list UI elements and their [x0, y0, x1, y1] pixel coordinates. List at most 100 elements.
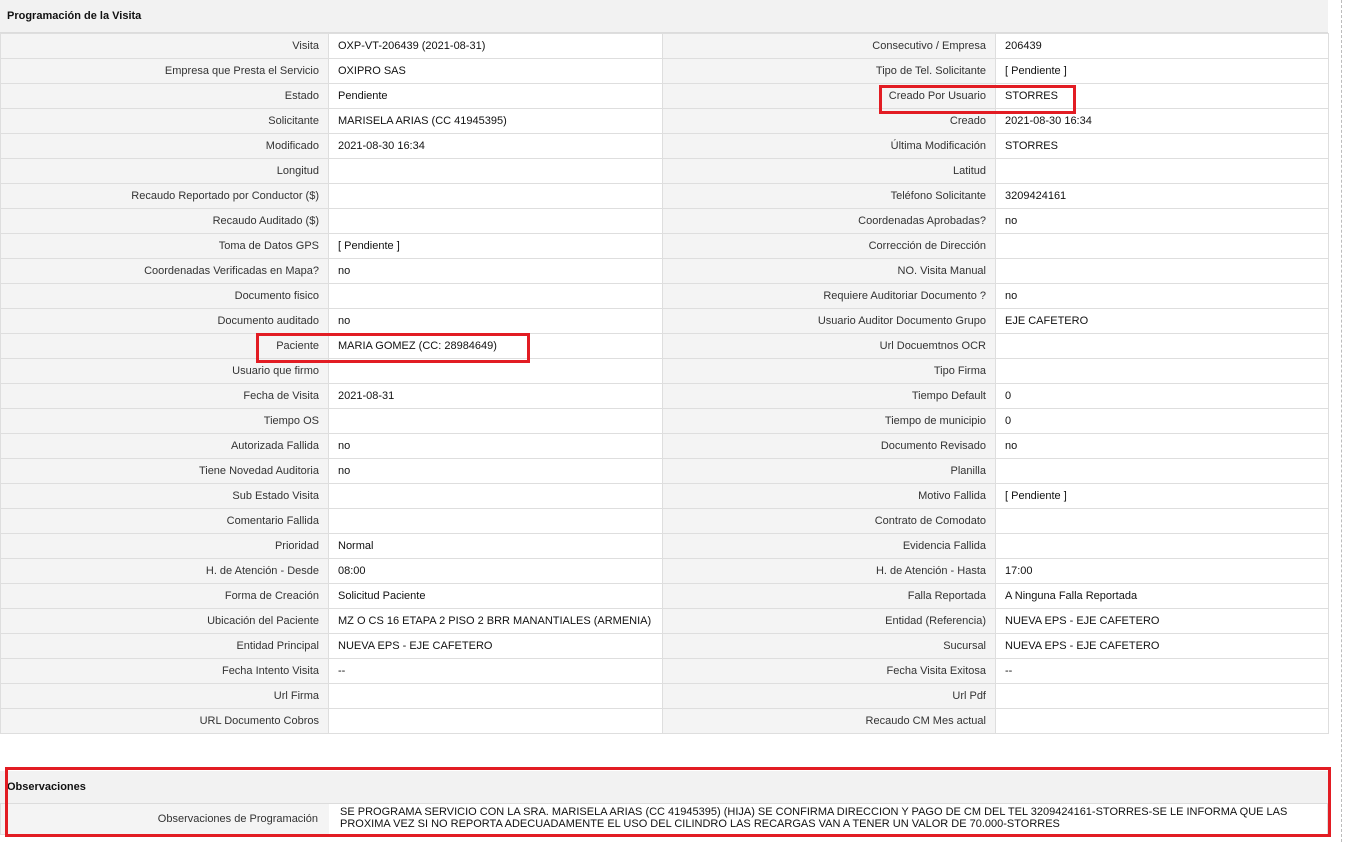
table-row: URL Documento Cobros Recaudo CM Mes actua… — [0, 708, 1329, 734]
field-label: Coordenadas Aprobadas? — [662, 208, 996, 234]
field-label: Documento fisico — [0, 283, 329, 309]
table-row: Autorizada Fallida no Documento Revisado … — [0, 433, 1329, 459]
field-value — [328, 708, 663, 734]
field-value: no — [328, 258, 663, 284]
field-value: STORRES — [995, 133, 1329, 159]
field-label: URL Documento Cobros — [0, 708, 329, 734]
table-row: Solicitante MARISELA ARIAS (CC 41945395) C… — [0, 108, 1329, 134]
field-value: STORRES — [995, 83, 1329, 109]
field-value: OXIPRO SAS — [328, 58, 663, 84]
field-label: Entidad Principal — [0, 633, 329, 659]
field-value — [995, 458, 1329, 484]
field-value — [328, 358, 663, 384]
field-label: Tiene Novedad Auditoria — [0, 458, 329, 484]
field-value: MARISELA ARIAS (CC 41945395) — [328, 108, 663, 134]
field-value: 2021-08-31 — [328, 383, 663, 409]
field-value — [995, 533, 1329, 559]
table-row: Forma de Creación Solicitud Paciente Falla… — [0, 583, 1329, 609]
field-value: EJE CAFETERO — [995, 308, 1329, 334]
field-value: no — [995, 208, 1329, 234]
field-label: H. de Atención - Desde — [0, 558, 329, 584]
table-row: Empresa que Presta el Servicio OXIPRO SAS… — [0, 58, 1329, 84]
table-row: Sub Estado Visita Motivo Fallida[ Pendien… — [0, 483, 1329, 509]
observations-label: Observaciones de Programación — [1, 804, 329, 834]
field-value — [328, 283, 663, 309]
table-row: Url Firma Url Pdf — [0, 683, 1329, 709]
table-row: Ubicación del Paciente MZ O CS 16 ETAPA 2… — [0, 608, 1329, 634]
field-label: Tiempo OS — [0, 408, 329, 434]
field-label: Forma de Creación — [0, 583, 329, 609]
section-title: Programación de la Visita — [0, 0, 1328, 33]
table-row: Recaudo Auditado ($) Coordenadas Aprobada… — [0, 208, 1329, 234]
field-value: no — [995, 433, 1329, 459]
field-value: OXP-VT-206439 (2021-08-31) — [328, 33, 663, 59]
field-value: 3209424161 — [995, 183, 1329, 209]
field-label: Documento auditado — [0, 308, 329, 334]
field-label: Documento Revisado — [662, 433, 996, 459]
field-label: Tipo Firma — [662, 358, 996, 384]
field-value: 206439 — [995, 33, 1329, 59]
field-value: 0 — [995, 383, 1329, 409]
field-value — [995, 708, 1329, 734]
field-label: Usuario Auditor Documento Grupo — [662, 308, 996, 334]
field-label: Paciente — [0, 333, 329, 359]
visit-details-table: Visita OXP-VT-206439 (2021-08-31) Consecut… — [0, 33, 1329, 734]
table-row: Longitud Latitud — [0, 158, 1329, 184]
field-value: A Ninguna Falla Reportada — [995, 583, 1329, 609]
field-value: [ Pendiente ] — [995, 58, 1329, 84]
field-label: Toma de Datos GPS — [0, 233, 329, 259]
field-label: Autorizada Fallida — [0, 433, 329, 459]
table-row: Documento auditado no Usuario Auditor Doc… — [0, 308, 1329, 334]
observations-panel: Observaciones Observaciones de Programac… — [0, 771, 1328, 835]
table-row: Toma de Datos GPS[ Pendiente ] Corrección… — [0, 233, 1329, 259]
page-divider — [1341, 0, 1342, 842]
field-value — [328, 508, 663, 534]
field-value — [995, 158, 1329, 184]
field-value — [328, 408, 663, 434]
table-row: Prioridad Normal Evidencia Fallida — [0, 533, 1329, 559]
observations-row: Observaciones de Programación SE PROGRAM… — [0, 804, 1328, 835]
field-value — [328, 158, 663, 184]
field-label: Recaudo Reportado por Conductor ($) — [0, 183, 329, 209]
table-row: Entidad Principal NUEVA EPS - EJE CAFETER… — [0, 633, 1329, 659]
field-value: Solicitud Paciente — [328, 583, 663, 609]
field-label: Comentario Fallida — [0, 508, 329, 534]
field-value: 0 — [995, 408, 1329, 434]
field-label: Tipo de Tel. Solicitante — [662, 58, 996, 84]
field-label: Coordenadas Verificadas en Mapa? — [0, 258, 329, 284]
field-label: Requiere Auditoriar Documento ? — [662, 283, 996, 309]
table-row: Comentario Fallida Contrato de Comodato — [0, 508, 1329, 534]
table-row: Tiempo OS Tiempo de municipio 0 — [0, 408, 1329, 434]
field-label: Fecha Intento Visita — [0, 658, 329, 684]
field-label: Creado — [662, 108, 996, 134]
table-row: Tiene Novedad Auditoria no Planilla — [0, 458, 1329, 484]
field-label: Fecha Visita Exitosa — [662, 658, 996, 684]
field-label: Prioridad — [0, 533, 329, 559]
table-row: Usuario que firmo Tipo Firma — [0, 358, 1329, 384]
field-value: NUEVA EPS - EJE CAFETERO — [995, 633, 1329, 659]
field-value — [328, 183, 663, 209]
table-row: Fecha de Visita 2021-08-31 Tiempo Default… — [0, 383, 1329, 409]
table-row: Recaudo Reportado por Conductor ($) Teléf… — [0, 183, 1329, 209]
field-value: no — [328, 433, 663, 459]
field-value: no — [995, 283, 1329, 309]
field-value: MZ O CS 16 ETAPA 2 PISO 2 BRR MANANTIALE… — [328, 608, 663, 634]
field-value: Normal — [328, 533, 663, 559]
table-row: Coordenadas Verificadas en Mapa? no NO. V… — [0, 258, 1329, 284]
table-row: H. de Atención - Desde 08:00 H. de Atenció… — [0, 558, 1329, 584]
field-label: Url Pdf — [662, 683, 996, 709]
table-row: Modificado 2021-08-30 16:34 Última Modific… — [0, 133, 1329, 159]
field-label: Empresa que Presta el Servicio — [0, 58, 329, 84]
field-label: Estado — [0, 83, 329, 109]
field-value — [995, 233, 1329, 259]
field-label: Usuario que firmo — [0, 358, 329, 384]
table-row: Paciente MARIA GOMEZ (CC: 28984649) Url Do… — [0, 333, 1329, 359]
field-value — [995, 683, 1329, 709]
field-label: Sucursal — [662, 633, 996, 659]
visit-schedule-panel: Programación de la Visita Visita OXP-VT-2… — [0, 0, 1329, 734]
field-label: Ubicación del Paciente — [0, 608, 329, 634]
field-value: no — [328, 308, 663, 334]
observations-title: Observaciones — [0, 771, 1328, 804]
field-label: Evidencia Fallida — [662, 533, 996, 559]
field-value: Pendiente — [328, 83, 663, 109]
